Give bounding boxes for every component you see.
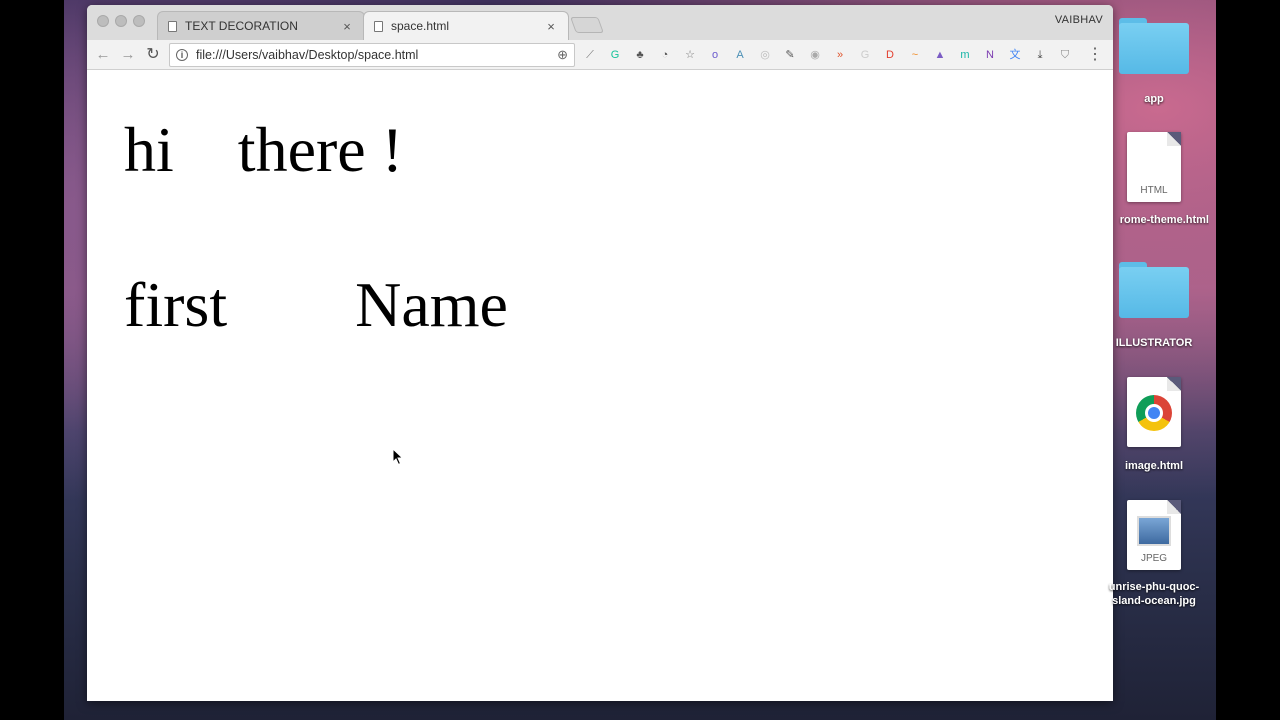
desktop-item-label: image.html [1124, 460, 1184, 472]
desktop-item-label: rome-theme.html [1119, 214, 1209, 226]
browser-window: TEXT DECORATION × space.html × VAIBHAV ←… [87, 5, 1113, 701]
speed-icon[interactable]: ◔ [657, 47, 673, 63]
file-type-label: HTML [1140, 185, 1168, 196]
download-icon[interactable]: ⤓ [1032, 47, 1048, 63]
arrow-forward-icon[interactable]: » [832, 47, 848, 63]
extension-d-icon[interactable]: D [882, 47, 898, 63]
folder-icon [1119, 18, 1189, 74]
desktop-item-image-html[interactable]: image.html [1099, 377, 1209, 473]
back-button[interactable]: ← [93, 45, 113, 65]
image-thumbnail [1137, 516, 1171, 546]
info-icon[interactable]: i [176, 49, 188, 61]
document-icon [168, 20, 177, 32]
extension-a-icon[interactable]: A [732, 47, 748, 63]
extension-m-icon[interactable]: m [957, 47, 973, 63]
folder-icon [1119, 262, 1189, 318]
tab-text-decoration[interactable]: TEXT DECORATION × [157, 11, 365, 40]
grammarly-icon[interactable]: G [607, 47, 623, 63]
forward-button[interactable]: → [118, 45, 138, 65]
text-line-hi-there: hi there ! [124, 114, 403, 185]
desktop-item-label: ILLUSTRATOR [1115, 337, 1193, 349]
html-file-icon: HTML [1127, 132, 1181, 202]
title-bar: TEXT DECORATION × space.html × VAIBHAV [87, 5, 1113, 40]
document-icon [374, 20, 383, 32]
extension-o-icon[interactable]: o [707, 47, 723, 63]
reload-button[interactable]: ↻ [143, 45, 163, 65]
extension-wave-icon[interactable]: ~ [907, 47, 923, 63]
desktop-item-illustrator[interactable]: ILLUSTRATOR [1099, 262, 1209, 350]
desktop-item-label: unrise-phu-quoc- sland-ocean.jpg [1108, 581, 1200, 607]
jpeg-file-icon: JPEG [1127, 500, 1181, 570]
camera-icon[interactable]: ◎ [757, 47, 773, 63]
page-viewport: hi there ! first Name [87, 71, 1113, 701]
toolbar: ← → ↻ i file:///Users/vaibhav/Desktop/sp… [87, 40, 1113, 70]
zoom-window-button[interactable] [133, 15, 145, 27]
extensions-bar: ⟋ G ♣ ◔ ☆ o A ◎ ✎ ◉» G D ~ ▲ m N 文 ⤓ ⛉ [582, 47, 1073, 63]
tab-space-html[interactable]: space.html × [363, 11, 569, 40]
translate-icon[interactable]: 文 [1007, 47, 1023, 63]
chart-icon[interactable]: ▲ [932, 47, 948, 63]
tab-close-icon[interactable]: × [544, 19, 558, 34]
profile-name[interactable]: VAIBHAV [1055, 14, 1103, 26]
tab-close-icon[interactable]: × [340, 19, 354, 34]
desktop-item-app[interactable]: app [1099, 18, 1209, 106]
onenote-icon[interactable]: N [982, 47, 998, 63]
chrome-logo-icon [1136, 395, 1172, 431]
extension-g-icon[interactable]: G [857, 47, 873, 63]
shield-icon[interactable]: ⛉ [1057, 47, 1073, 63]
extension-1-icon[interactable]: ⟋ [582, 47, 598, 63]
tab-title: space.html [391, 19, 450, 33]
close-window-button[interactable] [97, 15, 109, 27]
desktop-item-jpeg[interactable]: JPEG unrise-phu-quoc- sland-ocean.jpg [1099, 500, 1209, 608]
new-tab-button[interactable] [570, 17, 604, 33]
minimize-window-button[interactable] [115, 15, 127, 27]
bookmark-star-icon[interactable]: ☆ [682, 47, 698, 63]
tab-title: TEXT DECORATION [185, 19, 298, 33]
url-text[interactable]: file:///Users/vaibhav/Desktop/space.html [196, 48, 557, 62]
eyedropper-icon[interactable]: ✎ [782, 47, 798, 63]
evernote-icon[interactable]: ♣ [632, 47, 648, 63]
text-line-first-name: first Name [124, 269, 508, 340]
zoom-icon[interactable]: ⊕ [557, 47, 568, 63]
extension-circle-icon[interactable]: ◉ [807, 47, 823, 63]
file-type-label: JPEG [1140, 553, 1168, 564]
desktop-item-label: app [1144, 93, 1164, 105]
desktop-item-html-file[interactable]: HTML rome-theme.html [1099, 132, 1209, 227]
mouse-cursor-icon [392, 448, 404, 466]
address-bar[interactable]: i file:///Users/vaibhav/Desktop/space.ht… [169, 43, 575, 67]
chrome-file-icon [1127, 377, 1181, 447]
